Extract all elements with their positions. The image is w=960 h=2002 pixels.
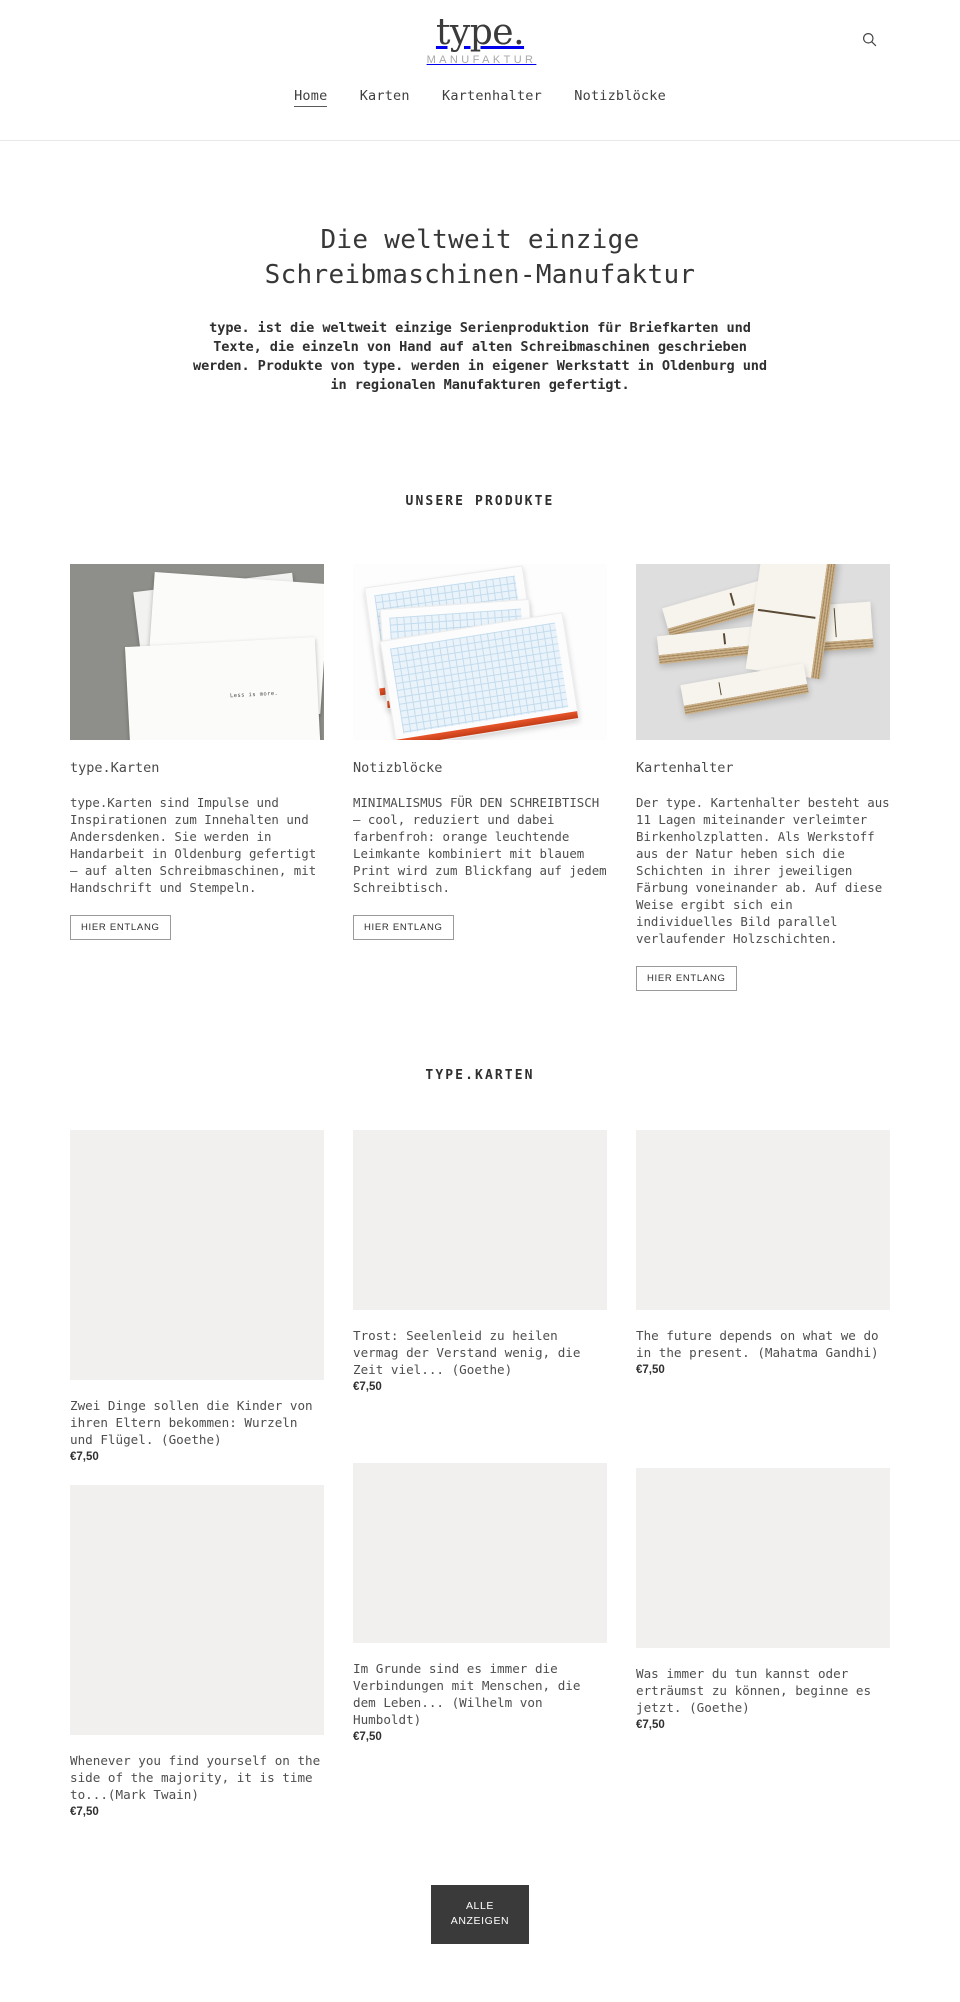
product-card-type-karten: Less is more. type.Karten type.Karten si… — [70, 564, 324, 940]
karte-price: €7,50 — [70, 1805, 99, 1818]
product-cta-button-type-karten[interactable]: HIER ENTLANG — [70, 915, 171, 940]
hero-paragraph: type. ist die weltweit einzige Serienpro… — [193, 320, 767, 393]
product-name: Kartenhalter — [636, 760, 734, 776]
hero-heading-line-2: Schreibmaschinen-Manufaktur — [264, 260, 696, 290]
karte-item: Zwei Dinge sollen die Kinder von ihren E… — [70, 1129, 324, 1463]
search-button[interactable] — [856, 26, 882, 52]
karte-price: €7,50 — [636, 1718, 665, 1731]
product-image-type-karten[interactable]: Less is more. — [70, 564, 324, 740]
product-name: Notizblöcke — [353, 760, 443, 776]
karten-section-title: TYPE.KARTEN — [425, 1067, 535, 1083]
karten-cta-wrapper: ALLE ANZEIGEN — [70, 1840, 890, 2002]
karte-price: €7,50 — [353, 1730, 382, 1743]
karte-image[interactable] — [636, 1467, 890, 1648]
product-description: type.Karten sind Impulse und Inspiration… — [70, 795, 317, 895]
karte-title: Whenever you find yourself on the side o… — [70, 1752, 321, 1802]
nav-item-kartenhalter[interactable]: Kartenhalter — [442, 88, 542, 106]
nav-item-home[interactable]: Home — [294, 88, 328, 107]
product-cta-button-kartenhalter[interactable]: HIER ENTLANG — [636, 966, 737, 991]
karte-image[interactable] — [70, 1484, 324, 1735]
show-all-label-line-2: ANZEIGEN — [450, 1914, 510, 1927]
product-name: type.Karten — [70, 760, 160, 776]
karte-price: €7,50 — [70, 1450, 99, 1463]
karte-price: €7,50 — [636, 1363, 665, 1376]
karte-item: The future depends on what we do in the … — [636, 1129, 890, 1376]
karte-image[interactable] — [353, 1129, 607, 1310]
karte-title: Im Grunde sind es immer die Verbindungen… — [353, 1660, 581, 1727]
show-all-button[interactable]: ALLE ANZEIGEN — [431, 1884, 529, 1944]
karte-item: Was immer du tun kannst oder erträumst z… — [636, 1467, 890, 1731]
hero-section: Die weltweit einzige Schreibmaschinen-Ma… — [70, 141, 890, 395]
karte-price: €7,50 — [353, 1380, 382, 1393]
karten-column-2: Trost: Seelenleid zu heilen vermag der V… — [353, 1129, 607, 1840]
products-row: Less is more. type.Karten type.Karten si… — [70, 564, 890, 991]
hero-heading-line-1: Die weltweit einzige — [320, 225, 640, 255]
product-card-notizbloecke: Notizblöcke MINIMALISMUS FÜR DEN SCHREIB… — [353, 564, 607, 940]
product-description: MINIMALISMUS FÜR DEN SCHREIBTISCH — cool… — [353, 795, 607, 895]
logo-wordmark: type. — [435, 12, 525, 53]
karte-image[interactable] — [636, 1129, 890, 1310]
product-image-kartenhalter[interactable] — [636, 564, 890, 740]
page-content: Die weltweit einzige Schreibmaschinen-Ma… — [0, 141, 960, 2002]
karte-item: Whenever you find yourself on the side o… — [70, 1484, 324, 1818]
logo-tagline: MANUFAKTUR — [426, 54, 537, 66]
product-card-kartenhalter: Kartenhalter Der type. Kartenhalter best… — [636, 564, 890, 991]
karte-item: Im Grunde sind es immer die Verbindungen… — [353, 1462, 607, 1743]
product-image-notizbloecke[interactable] — [353, 564, 607, 740]
site-header: type. MANUFAKTUR Home Karten Kartenhalte… — [0, 0, 960, 141]
main-navigation: Home Karten Kartenhalter Notizblöcke — [0, 88, 960, 107]
wood-block — [680, 663, 809, 715]
show-all-label-line-1: ALLE — [465, 1899, 495, 1912]
nav-item-notizbloecke[interactable]: Notizblöcke — [574, 88, 666, 106]
karte-image[interactable] — [353, 1462, 607, 1643]
karten-column-3: The future depends on what we do in the … — [636, 1129, 890, 1840]
nav-item-karten[interactable]: Karten — [360, 88, 410, 106]
wood-block — [745, 564, 837, 680]
karte-title: Zwei Dinge sollen die Kinder von ihren E… — [70, 1397, 313, 1447]
karten-column-1: Zwei Dinge sollen die Kinder von ihren E… — [70, 1129, 324, 1840]
karte-title: Was immer du tun kannst oder erträumst z… — [636, 1665, 872, 1715]
product-cta-button-notizbloecke[interactable]: HIER ENTLANG — [353, 915, 454, 940]
karte-title: Trost: Seelenleid zu heilen vermag der V… — [353, 1327, 581, 1377]
site-logo[interactable]: type. MANUFAKTUR — [0, 12, 960, 67]
karte-image[interactable] — [70, 1129, 324, 1380]
products-section-title: UNSERE PRODUKTE — [405, 494, 555, 509]
search-icon — [862, 32, 877, 47]
karten-grid: Zwei Dinge sollen die Kinder von ihren E… — [70, 1129, 890, 1840]
karte-item: Trost: Seelenleid zu heilen vermag der V… — [353, 1129, 607, 1393]
product-description: Der type. Kartenhalter besteht aus 11 La… — [636, 795, 890, 946]
page-title: Die weltweit einzige Schreibmaschinen-Ma… — [70, 223, 890, 293]
karte-title: The future depends on what we do in the … — [636, 1327, 879, 1360]
card-sheet-front — [124, 637, 322, 740]
